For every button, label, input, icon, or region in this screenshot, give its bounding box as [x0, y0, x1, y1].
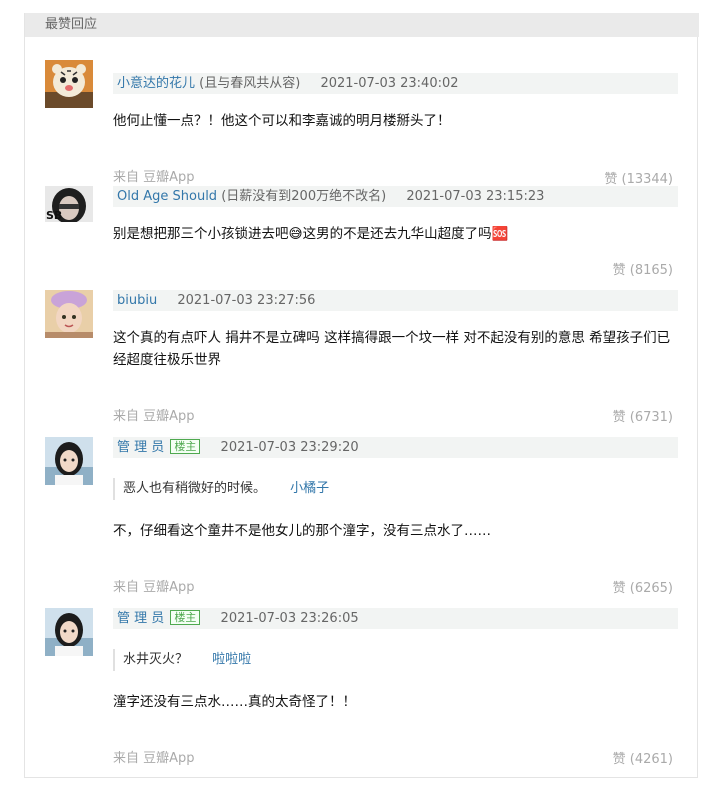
comment-source: 来自 豆瓣App [113, 170, 195, 185]
quoted-user-link[interactable]: 啦啦啦 [212, 652, 251, 667]
like-button[interactable]: 赞 (8165) [613, 262, 673, 280]
comment-text: 这个真的有点吓人 捐井不是立碑吗 这样搞得跟一个坟一样 对不起没有别的意思 希望… [113, 330, 671, 368]
comment-time: 2021-07-03 23:15:23 [406, 189, 545, 204]
username-link[interactable]: 管 理 员 [117, 440, 164, 455]
user-signature: (且与春风共从容) [199, 76, 301, 91]
comment-source: 来自 豆瓣App [113, 580, 195, 595]
comment-text: 他何止懂一点？！他这个可以和李嘉诚的明月楼掰头了！ [113, 113, 451, 129]
user-signature: (日薪没有到200万绝不改名) [221, 189, 387, 204]
comment-text: 别是想把那三个小孩锁进去吧😅这男的不是还去九华山超度了吗🆘 [113, 226, 509, 242]
username-link[interactable]: 管 理 员 [117, 611, 164, 626]
like-button[interactable]: 赞 (6265) [613, 580, 673, 598]
top-replies-panel: 最赞回应 小意达的花儿 (且与春风共从容) 2021-07-03 23:40:0… [24, 13, 699, 778]
comment-time: 2021-07-03 23:26:05 [220, 611, 359, 626]
username-link[interactable]: 小意达的花儿 [117, 76, 195, 91]
comment-time: 2021-07-03 23:29:20 [220, 440, 359, 455]
comment-meta: 管 理 员 楼主 2021-07-03 23:29:20 [113, 437, 678, 458]
quoted-text: 恶人也有稍微好的时候。 [123, 481, 267, 496]
avatar-overlay-text: SB [46, 209, 63, 222]
quoted-reply: 水井灭火？ 啦啦啦 [113, 649, 673, 671]
quoted-user-link[interactable]: 小橘子 [290, 481, 329, 496]
comment-time: 2021-07-03 23:40:02 [320, 76, 459, 91]
op-badge: 楼主 [170, 610, 201, 625]
comment-meta: 小意达的花儿 (且与春风共从容) 2021-07-03 23:40:02 [113, 73, 678, 94]
avatar[interactable] [45, 608, 93, 656]
comment-text: 不，仔细看这个童井不是他女儿的那个潼字，没有三点水了…… [113, 523, 491, 539]
avatar[interactable]: SB [45, 186, 93, 234]
avatar[interactable] [45, 290, 93, 338]
comment-text: 潼字还没有三点水……真的太奇怪了！！ [113, 694, 356, 710]
like-button[interactable]: 赞 (4261) [613, 751, 673, 769]
comment-time: 2021-07-03 23:27:56 [177, 293, 316, 308]
username-link[interactable]: Old Age Should [117, 189, 217, 204]
avatar[interactable] [45, 437, 93, 485]
avatar[interactable] [45, 60, 93, 108]
like-button[interactable]: 赞 (6731) [613, 409, 673, 427]
comment-meta: Old Age Should (日薪没有到200万绝不改名) 2021-07-0… [113, 186, 678, 207]
op-badge: 楼主 [170, 439, 201, 454]
comment-meta: biubiu 2021-07-03 23:27:56 [113, 290, 678, 311]
username-link[interactable]: biubiu [117, 293, 157, 308]
comment-source: 来自 豆瓣App [113, 409, 195, 424]
comment-source: 来自 豆瓣App [113, 751, 195, 766]
quoted-text: 水井灭火？ [123, 652, 189, 667]
panel-header: 最赞回应 [25, 13, 699, 37]
quoted-reply: 恶人也有稍微好的时候。 小橘子 [113, 478, 673, 500]
comment-meta: 管 理 员 楼主 2021-07-03 23:26:05 [113, 608, 678, 629]
